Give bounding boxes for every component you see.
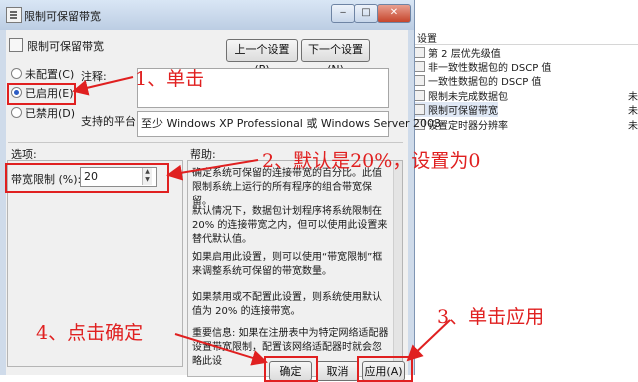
annotation-step2: 2、默认是20%，设置为0 (262, 150, 481, 172)
annotation-step1: 1、单击 (135, 68, 205, 90)
arrow-step1 (72, 76, 134, 96)
annotation-step3: 3、单击应用 (437, 306, 545, 328)
arrow-step2 (166, 159, 259, 181)
arrow-step4 (174, 333, 268, 366)
annotation-step4: 4、点击确定 (36, 322, 144, 344)
